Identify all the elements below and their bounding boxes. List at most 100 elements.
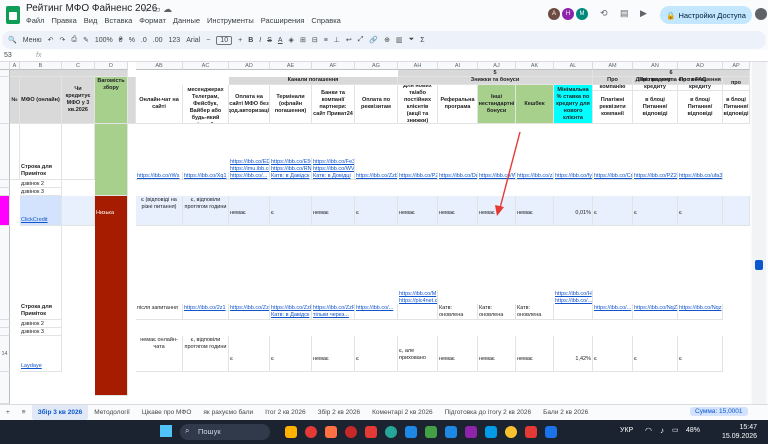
menu-format[interactable]: Формат <box>139 16 166 25</box>
cell-referral[interactable]: немає <box>438 196 478 226</box>
weight-cell-low[interactable]: Низька <box>95 196 128 396</box>
currency-format[interactable]: ₴ <box>119 37 123 44</box>
bold-button[interactable]: B <box>248 37 253 44</box>
link-cell[interactable]: https://ibb.co/... <box>355 304 398 320</box>
row-header[interactable]: 14 <box>0 336 10 372</box>
menu-view[interactable]: Вид <box>84 16 98 25</box>
chart-icon[interactable]: ▥ <box>396 36 403 44</box>
link-cell[interactable]: https://ibb.co/Fe3 https://ibb.co/WVC Ка… <box>312 158 355 180</box>
cell-terminals[interactable]: є <box>270 336 312 372</box>
cell-partners[interactable]: немає <box>312 196 355 226</box>
link-cell[interactable]: https://ibb.co/Zzb <box>355 172 398 180</box>
call-row-label[interactable]: дзвінок 2 <box>20 180 62 188</box>
column-header[interactable]: AJ <box>478 62 516 70</box>
decrease-decimal[interactable]: .0 <box>141 37 147 44</box>
text-color-button[interactable]: A <box>278 37 283 44</box>
menu-data[interactable]: Данные <box>173 16 200 25</box>
wrap-icon[interactable]: ↩ <box>346 36 352 44</box>
cell-about-issue[interactable]: є <box>633 336 678 372</box>
cell-number[interactable] <box>10 124 20 180</box>
name-box[interactable]: 53 <box>4 52 12 59</box>
cell-about-repayment[interactable]: є <box>678 336 723 372</box>
link-cell[interactable]: https://ibb.co/... <box>593 304 633 320</box>
cell-about-company[interactable]: є <box>593 196 633 226</box>
borders-icon[interactable]: ⊞ <box>300 36 306 44</box>
link-cell[interactable]: https://ibb.co/ZzR тільки через... <box>312 304 355 320</box>
valign-icon[interactable]: ⊥ <box>334 36 340 44</box>
column-header[interactable]: AC <box>183 62 229 70</box>
search-menu-icon[interactable]: 🔍 <box>8 36 17 44</box>
meet-icon[interactable]: ▶ <box>640 8 647 19</box>
zoom-select[interactable]: 100% <box>95 37 113 44</box>
column-header[interactable]: AK <box>516 62 554 70</box>
menu-tools[interactable]: Инструменты <box>207 16 254 25</box>
column-header[interactable]: AE <box>270 62 312 70</box>
corner-cell[interactable] <box>0 62 10 70</box>
cell-partners[interactable]: немає <box>312 336 355 372</box>
strikethrough-button[interactable]: S <box>267 37 272 44</box>
align-icon[interactable]: ≡ <box>324 37 328 44</box>
sheet-tab[interactable]: Методології <box>88 405 136 421</box>
font-size-input[interactable]: 10 <box>216 35 233 45</box>
sum-indicator[interactable]: Сумма: 15,0001 <box>690 407 748 416</box>
row-header[interactable] <box>0 320 10 328</box>
cell[interactable] <box>62 196 95 226</box>
merge-icon[interactable]: ⊟ <box>312 36 318 44</box>
cell[interactable] <box>723 196 750 226</box>
call-row-label[interactable]: дзвінок 3 <box>20 328 62 336</box>
add-sheet-icon[interactable]: + <box>0 405 16 421</box>
link-cell[interactable]: https://ibb.co/rWs <box>136 172 183 180</box>
row-header[interactable] <box>0 180 10 188</box>
app-l-icon[interactable] <box>365 426 377 438</box>
cell-requisites[interactable]: є <box>355 196 398 226</box>
link-cell[interactable]: https://ibb.co/CrN <box>593 172 633 180</box>
link-cell[interactable]: https://ibb.co/H https://ibb.co/... <box>554 290 593 320</box>
menu-extensions[interactable]: Расширения <box>261 16 305 25</box>
move-folder-icon[interactable]: ▭ <box>152 4 161 15</box>
app-icon[interactable] <box>465 426 477 438</box>
column-header[interactable]: B <box>20 62 62 70</box>
opera-icon[interactable] <box>305 426 317 438</box>
formula-input[interactable] <box>50 51 750 61</box>
font-select[interactable]: Arial <box>186 37 200 44</box>
menu-search[interactable]: Меню <box>23 37 42 44</box>
vertical-scrollbar[interactable] <box>752 62 766 404</box>
spreadsheet-grid[interactable]: A B C D AB AC AD AE AF AG AH AI AJ AK AL… <box>0 62 750 404</box>
cell-terminals[interactable]: є <box>270 196 312 226</box>
link-cell[interactable]: Катв: оновлена <box>516 304 554 320</box>
row-header[interactable] <box>0 77 10 124</box>
percent-format[interactable]: % <box>129 37 135 44</box>
app-icon[interactable] <box>525 426 537 438</box>
link-cell[interactable]: після запитання <box>136 304 183 320</box>
link-cell[interactable]: https://ibb.co/Nqz <box>678 304 723 320</box>
notes-label[interactable]: Строка для Приміток <box>20 124 62 180</box>
link-cell[interactable]: https://ibb.co/M https://pic4net.co <box>398 290 438 320</box>
link-cell[interactable]: https://ibb.co/ufa3W <box>678 172 723 180</box>
link-cell[interactable]: https://ibb.co/ZzR <box>229 304 270 320</box>
menu-file[interactable]: Файл <box>26 16 44 25</box>
column-header[interactable]: AG <box>355 62 398 70</box>
link-cell[interactable]: https://ibb.co/NqZ <box>633 304 678 320</box>
column-header[interactable]: A <box>10 62 20 70</box>
app-icon[interactable] <box>325 426 337 438</box>
all-sheets-icon[interactable]: ≡ <box>16 405 32 421</box>
cell-online-chat[interactable]: є (відповіді на різні питання) <box>136 196 183 226</box>
link-cell[interactable]: https://ibb.co/zN <box>516 172 554 180</box>
font-size-increase[interactable]: + <box>238 37 242 44</box>
row-header[interactable] <box>0 188 10 196</box>
cell-min-rate[interactable]: 0,01% <box>554 196 593 226</box>
row-header[interactable] <box>0 70 10 77</box>
weight-cell-green[interactable] <box>95 124 128 196</box>
sheet-tab[interactable]: Цікаве про МФО <box>136 405 198 421</box>
scrollbar-thumb[interactable] <box>755 260 763 270</box>
avatar[interactable]: M <box>576 8 588 20</box>
cell-site-payment[interactable]: є <box>229 336 270 372</box>
rotate-icon[interactable]: ⤢ <box>358 36 364 44</box>
link-cell[interactable]: https://ibb.co/PZ2K <box>633 172 678 180</box>
link-cell[interactable]: https://ibb.co/Dq <box>438 172 478 180</box>
app-icon[interactable] <box>425 426 437 438</box>
link-cell[interactable]: https://ibb.co/ED2 https://imu.ibb.co/..… <box>229 158 270 180</box>
cell-other-bonuses[interactable]: немає <box>478 336 516 372</box>
history-icon[interactable]: ⟲ <box>600 8 608 19</box>
column-header[interactable]: AF <box>312 62 355 70</box>
